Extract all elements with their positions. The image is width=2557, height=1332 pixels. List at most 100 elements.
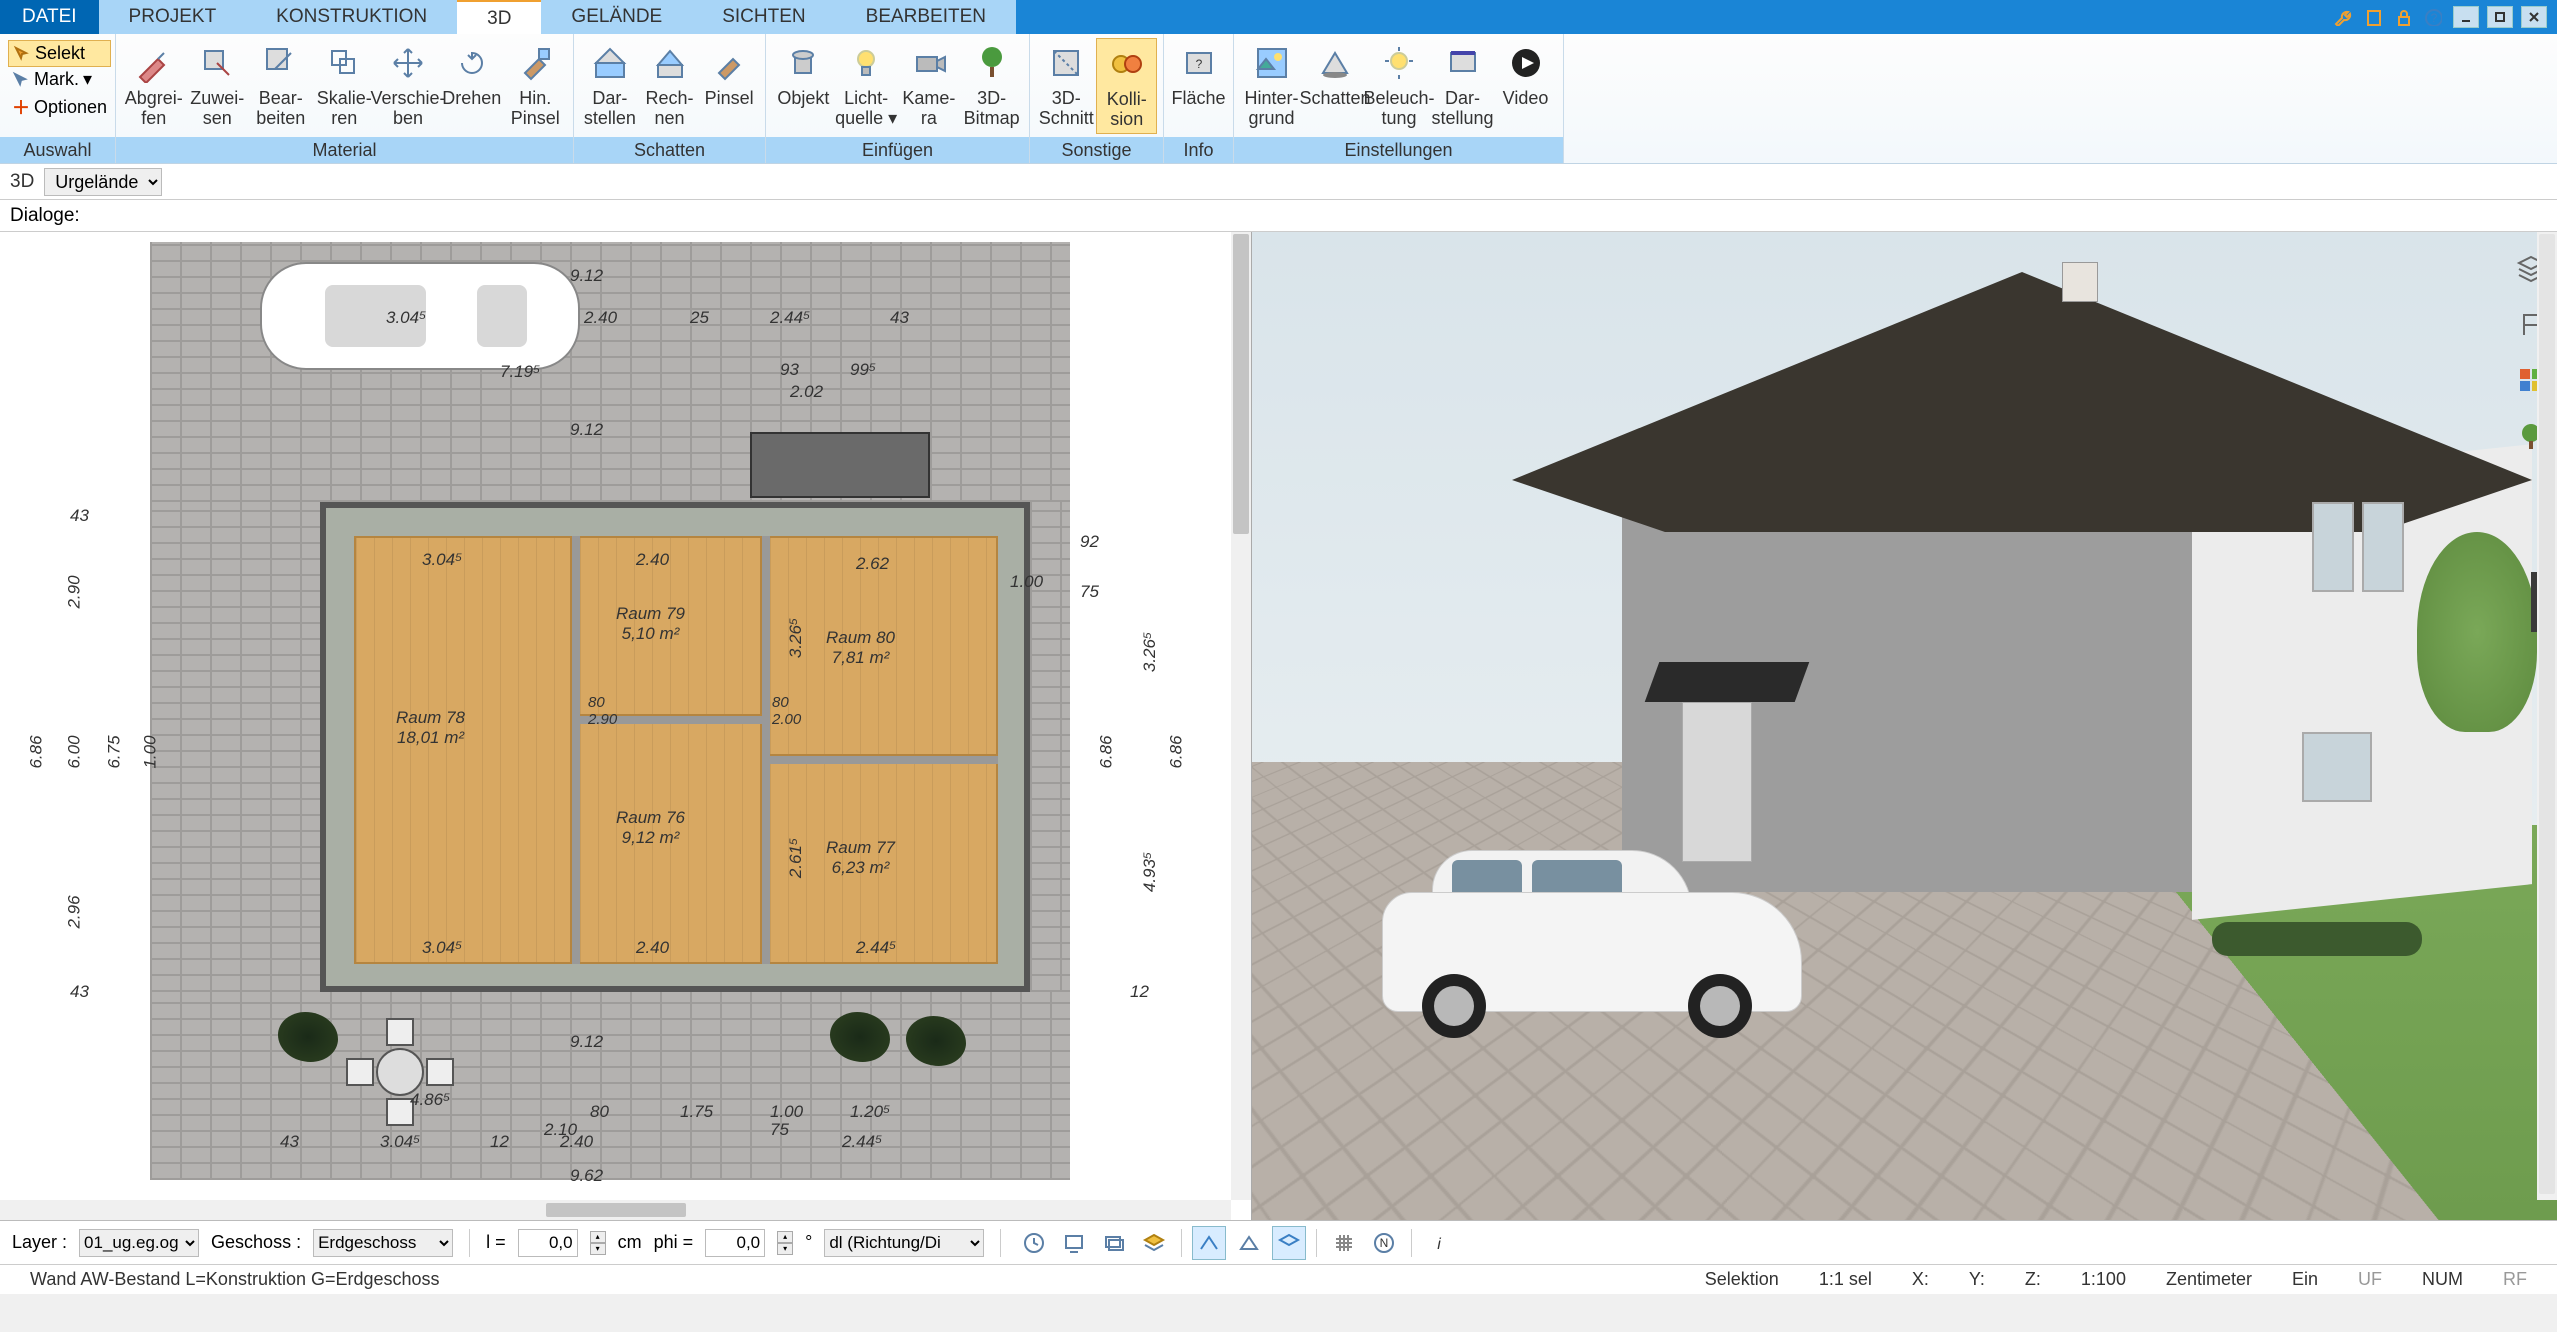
l-up[interactable]: ▴: [590, 1231, 606, 1243]
ribbon-btn-kame-ra[interactable]: Kame- ra: [898, 38, 961, 132]
ribbon-btn-objekt[interactable]: Objekt: [772, 38, 835, 112]
ribbon-btn-fl-che[interactable]: ?Fläche: [1170, 38, 1227, 112]
dim-bot-8: 80: [590, 1102, 609, 1122]
ribbon-btn-dar-stellung[interactable]: Dar- stellung: [1431, 38, 1494, 132]
status-x: X:: [1892, 1269, 1949, 1290]
dim-top-2: 2.40: [584, 308, 617, 328]
info-i-icon[interactable]: i: [1422, 1226, 1456, 1260]
selekt-button[interactable]: Selekt: [8, 40, 111, 67]
ribbon-btn-abgrei-fen[interactable]: Abgrei- fen: [122, 38, 186, 132]
ribbon-btn-beleuch-tung[interactable]: Beleuch- tung: [1367, 38, 1431, 132]
l-down[interactable]: ▾: [590, 1243, 606, 1255]
status-num: NUM: [2402, 1269, 2483, 1290]
ribbon-btn-rech-nen[interactable]: Rech- nen: [640, 38, 700, 132]
phi-down[interactable]: ▾: [777, 1243, 793, 1255]
dim-w78-top: 3.04⁵: [422, 550, 462, 570]
wrench-icon[interactable]: [2331, 5, 2355, 29]
terrain-select[interactable]: Urgelände: [44, 168, 162, 196]
snap-1-icon[interactable]: [1192, 1226, 1226, 1260]
menu-tab-gelaende[interactable]: GELÄNDE: [541, 0, 692, 34]
camera-stack-icon[interactable]: [1097, 1226, 1131, 1260]
ribbon-btn-dar-stellen[interactable]: Dar- stellen: [580, 38, 640, 132]
layers-tb-icon[interactable]: [1137, 1226, 1171, 1260]
lock-icon[interactable]: [2391, 5, 2415, 29]
vscroll-left[interactable]: [1231, 232, 1251, 1200]
ribbon-btn-verschie-ben[interactable]: Verschie- ben: [376, 38, 440, 132]
l-input[interactable]: [518, 1229, 578, 1257]
ribbon-group-sonstige: 3D- Schnitt Kolli- sion Sonstige: [1030, 34, 1164, 163]
ribbon-btn-3d-schnitt[interactable]: 3D- Schnitt: [1036, 38, 1096, 132]
ribbon-btn-hinter-grund[interactable]: Hinter- grund: [1240, 38, 1303, 132]
svg-text:?: ?: [1195, 57, 1202, 71]
group-label-sonstige: Sonstige: [1030, 137, 1163, 163]
ribbon-btn-label: Kolli- sion: [1107, 89, 1147, 129]
ribbon-btn-drehen[interactable]: Drehen: [440, 38, 504, 112]
dim-right-0: 92: [1080, 532, 1099, 552]
select-box: Selekt Mark. ▾ ＋Optionen: [6, 38, 113, 124]
ribbon-group-einfuegen: ObjektLicht- quelle ▾Kame- ra3D- Bitmap …: [766, 34, 1030, 163]
ribbon-btn-3d-bitmap[interactable]: 3D- Bitmap: [960, 38, 1023, 132]
ribbon-btn-label: Abgrei- fen: [125, 88, 183, 128]
dim-top-6: 7.19⁵: [500, 362, 540, 382]
unit-cm: cm: [618, 1232, 642, 1253]
ribbon-btn-pinsel[interactable]: Pinsel: [699, 38, 759, 112]
floorplan-pane[interactable]: Raum 7818,01 m² Raum 795,10 m² Raum 769,…: [0, 232, 1252, 1220]
dim-w77: 2.44⁵: [856, 938, 896, 958]
ribbon-btn-skalie-ren[interactable]: Skalie- ren: [313, 38, 377, 132]
phi-up[interactable]: ▴: [777, 1231, 793, 1243]
pavement-left: [150, 502, 320, 992]
ribbon-btn-hin-pinsel[interactable]: Hin. Pinsel: [504, 38, 568, 132]
geschoss-select[interactable]: Erdgeschoss: [313, 1229, 453, 1257]
house-outline: Raum 7818,01 m² Raum 795,10 m² Raum 769,…: [320, 502, 1030, 992]
group-label-schatten: Schatten: [574, 137, 765, 163]
menu-tab-konstruktion[interactable]: KONSTRUKTION: [246, 0, 457, 34]
maximize-button[interactable]: [2487, 6, 2513, 28]
help-icon[interactable]: ?: [2421, 5, 2445, 29]
snap-3-icon[interactable]: [1272, 1226, 1306, 1260]
ribbon-btn-label: Objekt: [777, 88, 829, 108]
north-icon[interactable]: N: [1367, 1226, 1401, 1260]
clipboard-icon[interactable]: [2361, 5, 2385, 29]
dim-bot-7: 43: [280, 1132, 299, 1152]
ribbon-btn-label: Beleuch- tung: [1363, 88, 1434, 128]
menu-tab-projekt[interactable]: PROJEKT: [99, 0, 247, 34]
menu-tab-bearbeiten[interactable]: BEARBEITEN: [836, 0, 1016, 34]
vscroll-right[interactable]: [2537, 232, 2557, 1200]
dim-top-5: 43: [890, 308, 909, 328]
monitor-icon[interactable]: [1057, 1226, 1091, 1260]
minimize-button[interactable]: [2453, 6, 2479, 28]
phi-input[interactable]: [705, 1229, 765, 1257]
label-room-78: Raum 7818,01 m²: [396, 708, 465, 748]
ribbon-group-schatten: Dar- stellenRech- nenPinsel Schatten: [574, 34, 766, 163]
ribbon-btn-label: Bear- beiten: [256, 88, 305, 128]
ribbon-btn-label: Dar- stellung: [1431, 88, 1493, 128]
view-bar: 3D Urgelände: [0, 164, 2557, 200]
snap-2-icon[interactable]: [1232, 1226, 1266, 1260]
grid-icon[interactable]: [1327, 1226, 1361, 1260]
ribbon-btn-kolli-sion[interactable]: Kolli- sion: [1096, 38, 1157, 134]
ribbon-btn-bear-beiten[interactable]: Bear- beiten: [249, 38, 313, 132]
dim-top-9: 2.02: [790, 382, 823, 402]
view-3d-pane[interactable]: ≡: [1252, 232, 2557, 1220]
dialoge-label: Dialoge:: [10, 205, 80, 227]
menu-tab-3d[interactable]: 3D: [457, 0, 541, 34]
ribbon-btn-label: Kame- ra: [902, 88, 955, 128]
close-button[interactable]: [2521, 6, 2547, 28]
ribbon-btn-schatten[interactable]: Schatten: [1303, 38, 1367, 112]
dim-w80-extra: 2.62: [856, 554, 889, 574]
hscroll-left[interactable]: [0, 1200, 1231, 1220]
ribbon-btn-video[interactable]: Video: [1494, 38, 1557, 112]
mark-button[interactable]: Mark. ▾: [8, 67, 111, 92]
dim-bot-1: 3.04⁵: [380, 1132, 420, 1152]
optionen-button[interactable]: ＋Optionen: [8, 92, 111, 122]
status-rf: RF: [2483, 1269, 2547, 1290]
clock-icon[interactable]: [1017, 1226, 1051, 1260]
menu-tab-sichten[interactable]: SICHTEN: [692, 0, 835, 34]
dim-bot-6: 1.20⁵: [850, 1102, 890, 1122]
layer-select[interactable]: 01_ug.eg.og: [79, 1229, 199, 1257]
menu-tab-datei[interactable]: DATEI: [0, 0, 99, 34]
ribbon-btn-zuwei-sen[interactable]: Zuwei- sen: [186, 38, 250, 132]
status-selektion: Selektion: [1685, 1269, 1799, 1290]
mode-select[interactable]: dl (Richtung/Di: [824, 1229, 984, 1257]
ribbon-btn-licht-quelle-[interactable]: Licht- quelle ▾: [835, 38, 898, 132]
